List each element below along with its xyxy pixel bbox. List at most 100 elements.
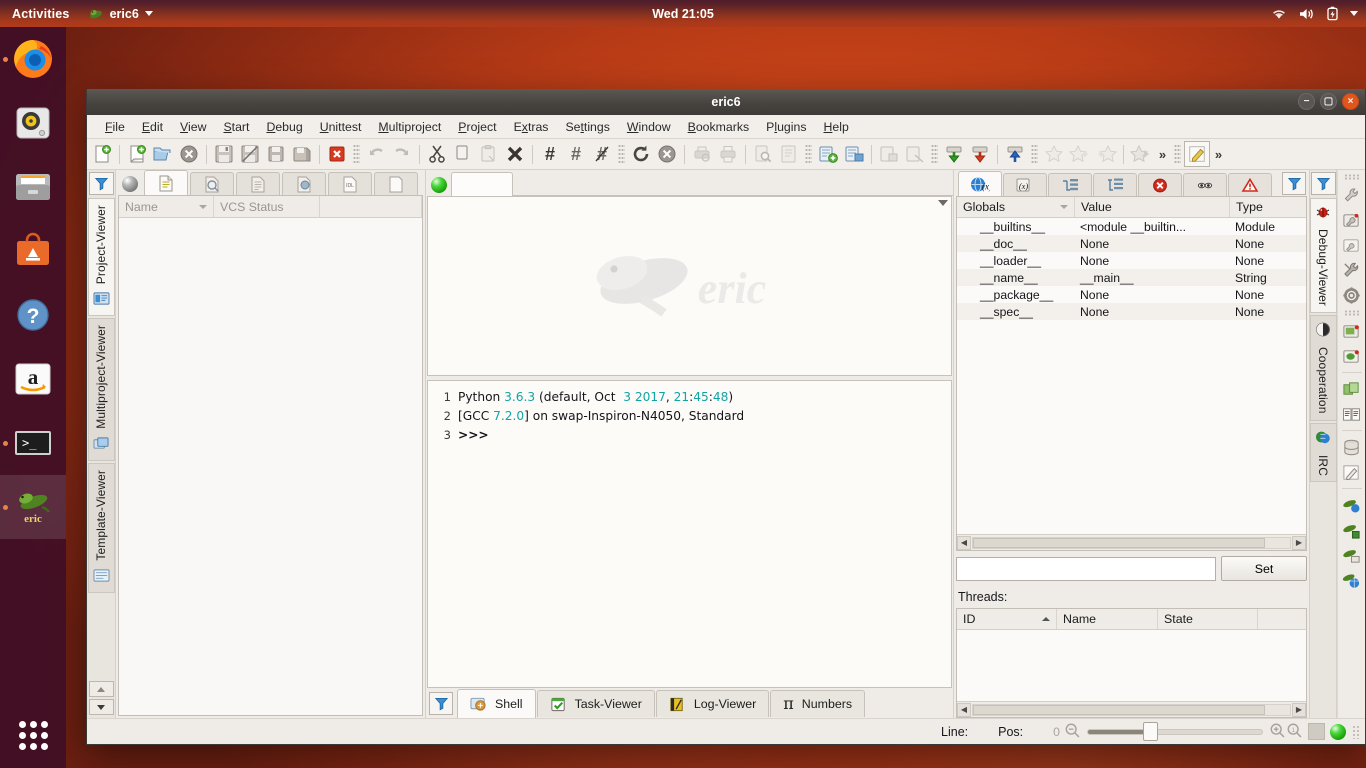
save-copy-icon[interactable]: [289, 141, 315, 167]
zoom-out-icon[interactable]: [1064, 722, 1081, 742]
threads-table[interactable]: ID Name State ◀ ▶: [956, 608, 1307, 718]
menu-project[interactable]: Project: [450, 117, 504, 137]
toolbar-grip[interactable]: [1174, 144, 1181, 165]
sidebar-item-template-viewer[interactable]: Template-Viewer: [88, 463, 115, 593]
right-sidebar-filter-button[interactable]: [1311, 172, 1336, 195]
tab-project-translations[interactable]: [282, 172, 326, 195]
column-header-thread-id[interactable]: ID: [957, 609, 1057, 629]
save-as-icon[interactable]: [237, 141, 263, 167]
toolbar-grip[interactable]: [618, 144, 625, 165]
search-file-icon[interactable]: [750, 141, 776, 167]
table-row[interactable]: __doc__NoneNone: [957, 235, 1306, 252]
tab-globals-variables[interactable]: (x): [958, 171, 1002, 196]
save-icon[interactable]: [211, 141, 237, 167]
resize-grip[interactable]: [1352, 725, 1361, 739]
sidebar-scroll-down-button[interactable]: [89, 699, 114, 715]
compare-files-icon[interactable]: [1340, 320, 1364, 342]
tab-project-resources[interactable]: [236, 172, 280, 195]
tab-project-others[interactable]: [374, 172, 418, 195]
editor-dropdown-arrow-icon[interactable]: [938, 200, 948, 206]
table-row[interactable]: __spec__NoneNone: [957, 303, 1306, 320]
column-header-value[interactable]: Value: [1075, 197, 1230, 217]
minimize-button[interactable]: −: [1298, 93, 1315, 110]
new-project-icon[interactable]: [815, 141, 841, 167]
menu-multiproject[interactable]: Multiproject: [370, 117, 449, 137]
unittest-icon[interactable]: [1340, 345, 1364, 367]
scroll-right-button[interactable]: ▶: [1292, 703, 1306, 717]
scroll-track[interactable]: [972, 704, 1291, 716]
dock-item-software-center[interactable]: [0, 219, 66, 283]
uncomment-icon[interactable]: #: [563, 141, 589, 167]
tab-task-viewer[interactable]: Task-Viewer: [537, 690, 655, 717]
dock-item-amazon[interactable]: a: [0, 347, 66, 411]
wrench-icon[interactable]: [1340, 184, 1364, 206]
variables-hscrollbar[interactable]: ◀ ▶: [957, 534, 1306, 550]
menu-file[interactable]: File: [97, 117, 133, 137]
close-button[interactable]: ×: [1342, 93, 1359, 110]
debug-filter-button[interactable]: [1282, 172, 1306, 195]
package-diagram-icon[interactable]: [1340, 378, 1364, 400]
menu-view[interactable]: View: [172, 117, 214, 137]
tab-numbers[interactable]: π Numbers: [770, 690, 865, 717]
dock-item-eric[interactable]: eric: [0, 475, 66, 539]
set-button[interactable]: Set: [1221, 556, 1307, 581]
save-all-icon[interactable]: [263, 141, 289, 167]
toolbar-grip[interactable]: [353, 144, 360, 165]
copy-icon[interactable]: [450, 141, 476, 167]
scroll-left-button[interactable]: ◀: [957, 536, 971, 550]
sql-browser-icon[interactable]: [1340, 436, 1364, 458]
eric-snapshot-icon[interactable]: [1340, 544, 1364, 566]
delete-icon[interactable]: [324, 141, 350, 167]
bookmark-previous-icon[interactable]: [1093, 141, 1119, 167]
paste-icon[interactable]: [476, 141, 502, 167]
toolbar-grip[interactable]: [1031, 144, 1038, 165]
print-preview-icon[interactable]: [689, 141, 715, 167]
editor-tab[interactable]: [451, 172, 513, 196]
tab-project-forms[interactable]: [190, 172, 234, 195]
wifi-icon[interactable]: [1271, 7, 1287, 21]
threads-table-body[interactable]: [957, 630, 1306, 701]
save-session-icon[interactable]: [941, 141, 967, 167]
toggle-comment-icon[interactable]: #: [589, 141, 615, 167]
menu-start[interactable]: Start: [215, 117, 257, 137]
column-header-type[interactable]: Type: [1230, 197, 1306, 217]
open-file-icon[interactable]: [150, 141, 176, 167]
bookmark-clear-icon[interactable]: [1128, 141, 1154, 167]
redo-icon[interactable]: [389, 141, 415, 167]
show-applications-button[interactable]: [0, 712, 66, 758]
column-header-globals[interactable]: Globals: [957, 197, 1075, 217]
tab-call-stack[interactable]: [1048, 173, 1092, 196]
new-window-icon[interactable]: [124, 141, 150, 167]
variable-value-input[interactable]: [956, 557, 1216, 581]
close-file-icon[interactable]: [176, 141, 202, 167]
battery-icon[interactable]: [1326, 6, 1339, 21]
dock-item-rhythmbox[interactable]: [0, 91, 66, 155]
strip-grip[interactable]: [1344, 174, 1360, 180]
toolbar-overflow-button[interactable]: »: [1154, 147, 1171, 162]
menu-help[interactable]: Help: [816, 117, 857, 137]
scroll-thumb[interactable]: [973, 705, 1265, 715]
replace-icon[interactable]: [776, 141, 802, 167]
upload-session-icon[interactable]: [1002, 141, 1028, 167]
tab-watchpoints[interactable]: [1183, 173, 1227, 196]
open-project-icon[interactable]: [841, 141, 867, 167]
table-row[interactable]: __loader__NoneNone: [957, 252, 1306, 269]
toolbar-overflow-button-2[interactable]: »: [1210, 147, 1227, 162]
table-row[interactable]: __builtins__<module __builtin...Module: [957, 218, 1306, 235]
sidebar-item-multiproject-viewer[interactable]: Multiproject-Viewer: [88, 318, 115, 461]
menu-edit[interactable]: Edit: [134, 117, 171, 137]
comment-icon[interactable]: #: [537, 141, 563, 167]
scroll-thumb[interactable]: [973, 538, 1265, 548]
preferences-icon[interactable]: [1340, 209, 1364, 231]
project-file-tree[interactable]: Name VCS Status: [118, 195, 423, 716]
eric-globe-icon[interactable]: [1340, 569, 1364, 591]
table-row[interactable]: __package__NoneNone: [957, 286, 1306, 303]
maximize-button[interactable]: ▢: [1320, 93, 1337, 110]
table-row[interactable]: __name____main__String: [957, 269, 1306, 286]
dock-item-files[interactable]: [0, 155, 66, 219]
threads-hscrollbar[interactable]: ◀ ▶: [957, 701, 1306, 717]
project-properties-icon[interactable]: [902, 141, 928, 167]
variables-table[interactable]: Globals Value Type __builtins__<module _…: [956, 196, 1307, 551]
tab-shell[interactable]: Shell: [457, 689, 536, 718]
menu-debug[interactable]: Debug: [258, 117, 310, 137]
